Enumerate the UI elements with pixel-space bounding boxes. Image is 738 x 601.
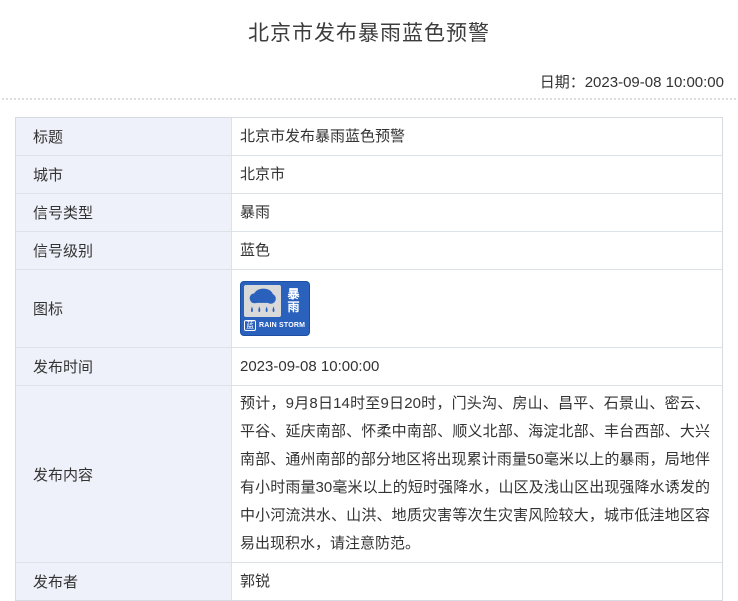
row-label: 发布时间	[16, 348, 231, 385]
table-row-publish-content: 发布内容 预计，9月8日14时至9日20时，门头沟、房山、昌平、石景山、密云、平…	[16, 385, 722, 562]
table-row-signal-type: 信号类型 暴雨	[16, 193, 722, 231]
row-value: 郭锐	[231, 563, 722, 600]
row-label: 信号级别	[16, 232, 231, 269]
row-value: 北京市发布暴雨蓝色预警	[231, 118, 722, 155]
row-label: 标题	[16, 118, 231, 155]
page-header: 北京市发布暴雨蓝色预警 日期：2023-09-08 10:00:00	[0, 0, 738, 100]
table-row-icon: 图标	[16, 269, 722, 347]
rainstorm-blue-warning-icon: 暴 雨 蓝 RAIN STORM	[240, 281, 310, 336]
date-label: 日期：2023-09-08 10:00:00	[0, 71, 738, 92]
table-row-title: 标题 北京市发布暴雨蓝色预警	[16, 118, 722, 155]
table-row-publish-time: 发布时间 2023-09-08 10:00:00	[16, 347, 722, 385]
row-label: 城市	[16, 156, 231, 193]
row-label: 信号类型	[16, 194, 231, 231]
row-label: 图标	[16, 270, 231, 347]
row-value: 蓝色	[231, 232, 722, 269]
warning-level-badge: 蓝	[244, 320, 256, 331]
row-value: 暴雨	[231, 194, 722, 231]
row-value: 预计，9月8日14时至9日20时，门头沟、房山、昌平、石景山、密云、平谷、延庆南…	[231, 386, 722, 562]
row-value: 2023-09-08 10:00:00	[231, 348, 722, 385]
warning-english-label: RAIN STORM	[259, 312, 305, 340]
row-label: 发布内容	[16, 386, 231, 562]
table-row-signal-level: 信号级别 蓝色	[16, 231, 722, 269]
warning-info-table: 标题 北京市发布暴雨蓝色预警 城市 北京市 信号类型 暴雨 信号级别 蓝色 图标	[15, 117, 723, 601]
page-title: 北京市发布暴雨蓝色预警	[0, 17, 738, 47]
table-row-publisher: 发布者 郭锐	[16, 562, 722, 600]
row-label: 发布者	[16, 563, 231, 600]
table-row-city: 城市 北京市	[16, 155, 722, 193]
row-value: 北京市	[231, 156, 722, 193]
row-value: 暴 雨 蓝 RAIN STORM	[231, 270, 722, 347]
dotted-separator	[2, 98, 736, 100]
warning-icon-footer: 蓝 RAIN STORM	[244, 319, 306, 332]
